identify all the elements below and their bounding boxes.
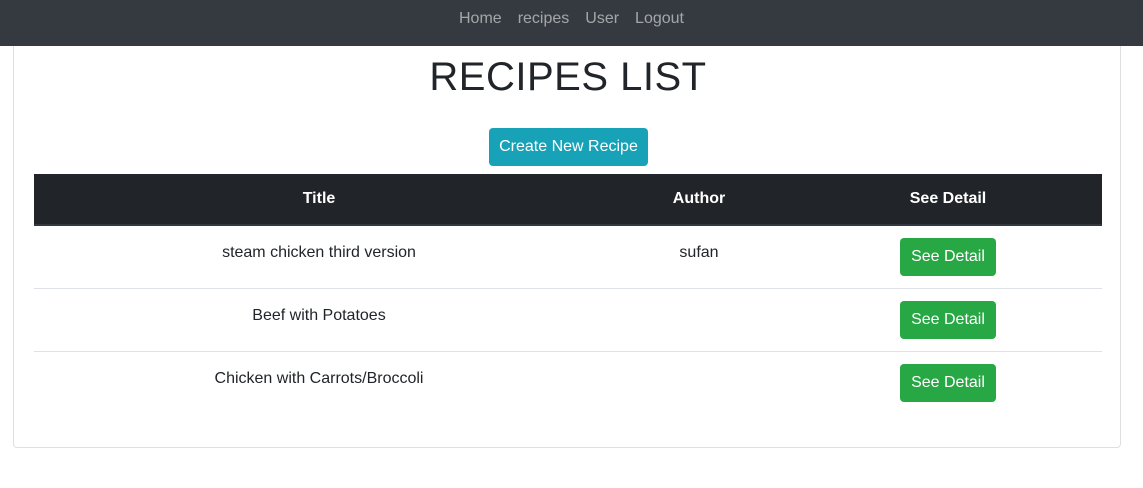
recipe-author xyxy=(604,289,794,306)
see-detail-button[interactable]: See Detail xyxy=(900,301,996,339)
recipe-title-cell: Beef with Potatoes xyxy=(34,288,604,352)
table-header: Title Author See Detail xyxy=(34,174,1102,226)
page-title: RECIPES LIST xyxy=(429,55,707,99)
recipes-table: Title Author See Detail steam chicken th… xyxy=(34,174,1102,414)
table-row: Chicken with Carrots/Broccoli See Detail xyxy=(34,352,1102,415)
recipe-author: sufan xyxy=(679,244,719,261)
nav-link-user[interactable]: User xyxy=(577,9,627,29)
column-header-title: Title xyxy=(34,174,604,226)
nav-links: Home recipes User Logout xyxy=(451,10,692,33)
recipe-author-cell xyxy=(604,288,794,352)
recipe-action-cell: See Detail xyxy=(794,288,1102,352)
recipe-author xyxy=(604,352,794,369)
recipes-card: RECIPES LIST Create New Recipe Title Aut… xyxy=(13,46,1121,448)
recipe-title-cell: steam chicken third version xyxy=(34,225,604,289)
see-detail-button[interactable]: See Detail xyxy=(900,238,996,276)
top-navbar: Home recipes User Logout xyxy=(0,0,1143,46)
recipe-author-cell: sufan xyxy=(604,225,794,289)
recipe-title: Beef with Potatoes xyxy=(252,307,386,324)
column-header-author: Author xyxy=(604,174,794,226)
recipe-author-cell xyxy=(604,352,794,415)
create-new-recipe-button[interactable]: Create New Recipe xyxy=(489,128,648,166)
nav-link-recipes[interactable]: recipes xyxy=(510,9,578,29)
column-header-see-detail: See Detail xyxy=(794,174,1102,226)
recipe-action-cell: See Detail xyxy=(794,225,1102,289)
recipe-title-cell: Chicken with Carrots/Broccoli xyxy=(34,352,604,415)
nav-link-logout[interactable]: Logout xyxy=(627,9,692,29)
see-detail-button[interactable]: See Detail xyxy=(900,364,996,402)
table-row: steam chicken third version sufan See De… xyxy=(34,225,1102,289)
recipe-title: steam chicken third version xyxy=(222,244,416,261)
nav-link-home[interactable]: Home xyxy=(451,9,510,29)
recipe-title: Chicken with Carrots/Broccoli xyxy=(214,370,424,387)
recipe-action-cell: See Detail xyxy=(794,352,1102,415)
table-row: Beef with Potatoes See Detail xyxy=(34,288,1102,352)
